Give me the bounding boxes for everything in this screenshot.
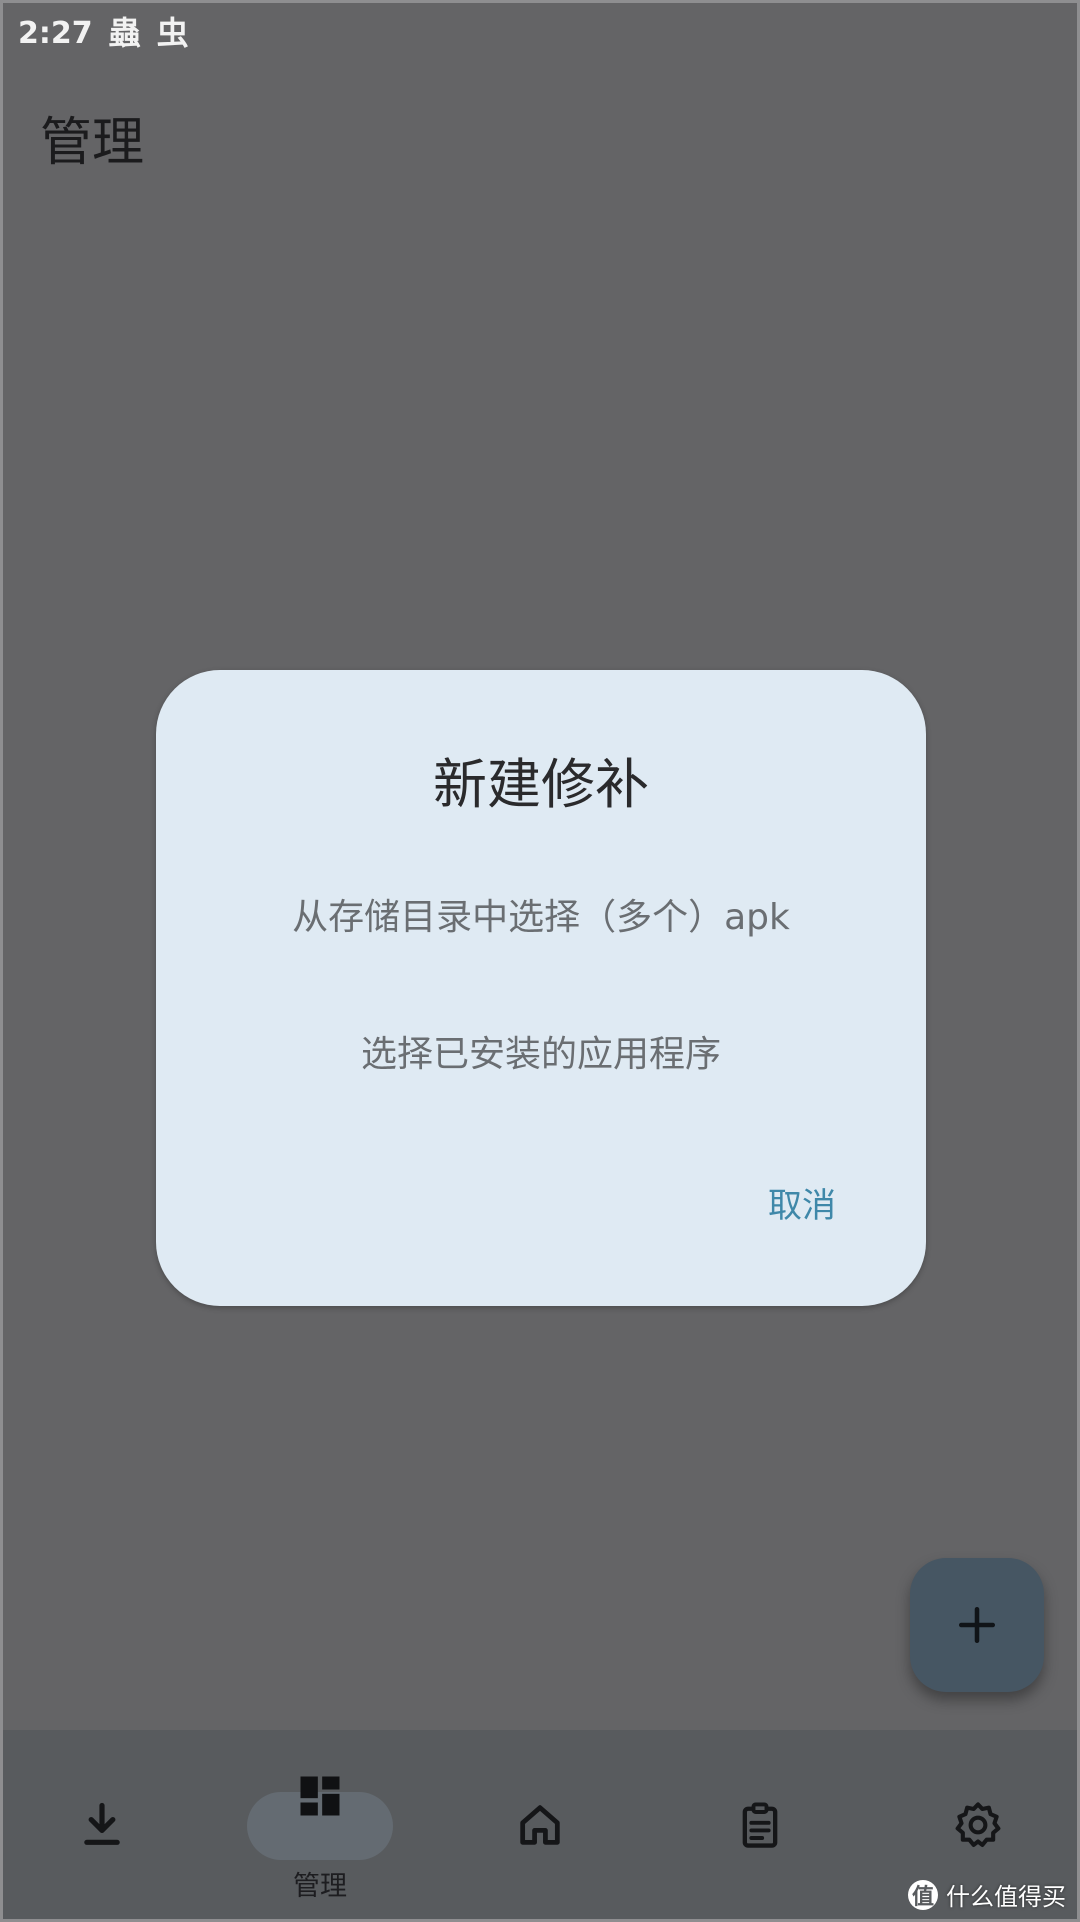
nav-item-logs[interactable] — [670, 1730, 850, 1922]
page-title: 管理 — [40, 113, 145, 173]
clipboard-icon — [742, 1802, 778, 1848]
nav-label-manage: 管理 — [293, 1871, 347, 1902]
bug-icon: 蟲 — [108, 14, 141, 52]
status-bar: 2:27 蟲 虫 — [18, 8, 189, 58]
status-time: 2:27 — [18, 15, 93, 51]
download-icon — [84, 1802, 120, 1845]
plus-icon — [958, 1606, 996, 1644]
dialog-title: 新建修补 — [433, 753, 649, 816]
nav-item-download[interactable] — [12, 1730, 192, 1922]
watermark: 值 什么值得买 — [908, 1877, 1066, 1912]
settings-icon — [955, 1802, 1001, 1847]
nav-item-manage[interactable]: 管理 — [230, 1730, 410, 1922]
watermark-text: 什么值得买 — [946, 1883, 1066, 1911]
nav-item-home[interactable] — [450, 1730, 630, 1922]
select-apk-from-storage-option[interactable]: 从存储目录中选择（多个）apk — [156, 888, 926, 940]
new-patch-dialog: 新建修补 从存储目录中选择（多个）apk 选择已安装的应用程序 取消 — [156, 670, 926, 1306]
add-patch-fab[interactable] — [910, 1558, 1044, 1692]
home-icon — [520, 1805, 560, 1845]
dashboard-icon — [300, 1776, 340, 1816]
cancel-button[interactable]: 取消 — [768, 1178, 836, 1227]
watermark-logo: 值 — [908, 1879, 938, 1910]
screen-root: 2:27 蟲 虫 管理 新建修补 从存储目录中选择（多个）apk 选择已安装的应… — [0, 0, 1080, 1922]
select-installed-app-option[interactable]: 选择已安装的应用程序 — [156, 1025, 926, 1077]
bug-icon: 虫 — [156, 14, 189, 52]
